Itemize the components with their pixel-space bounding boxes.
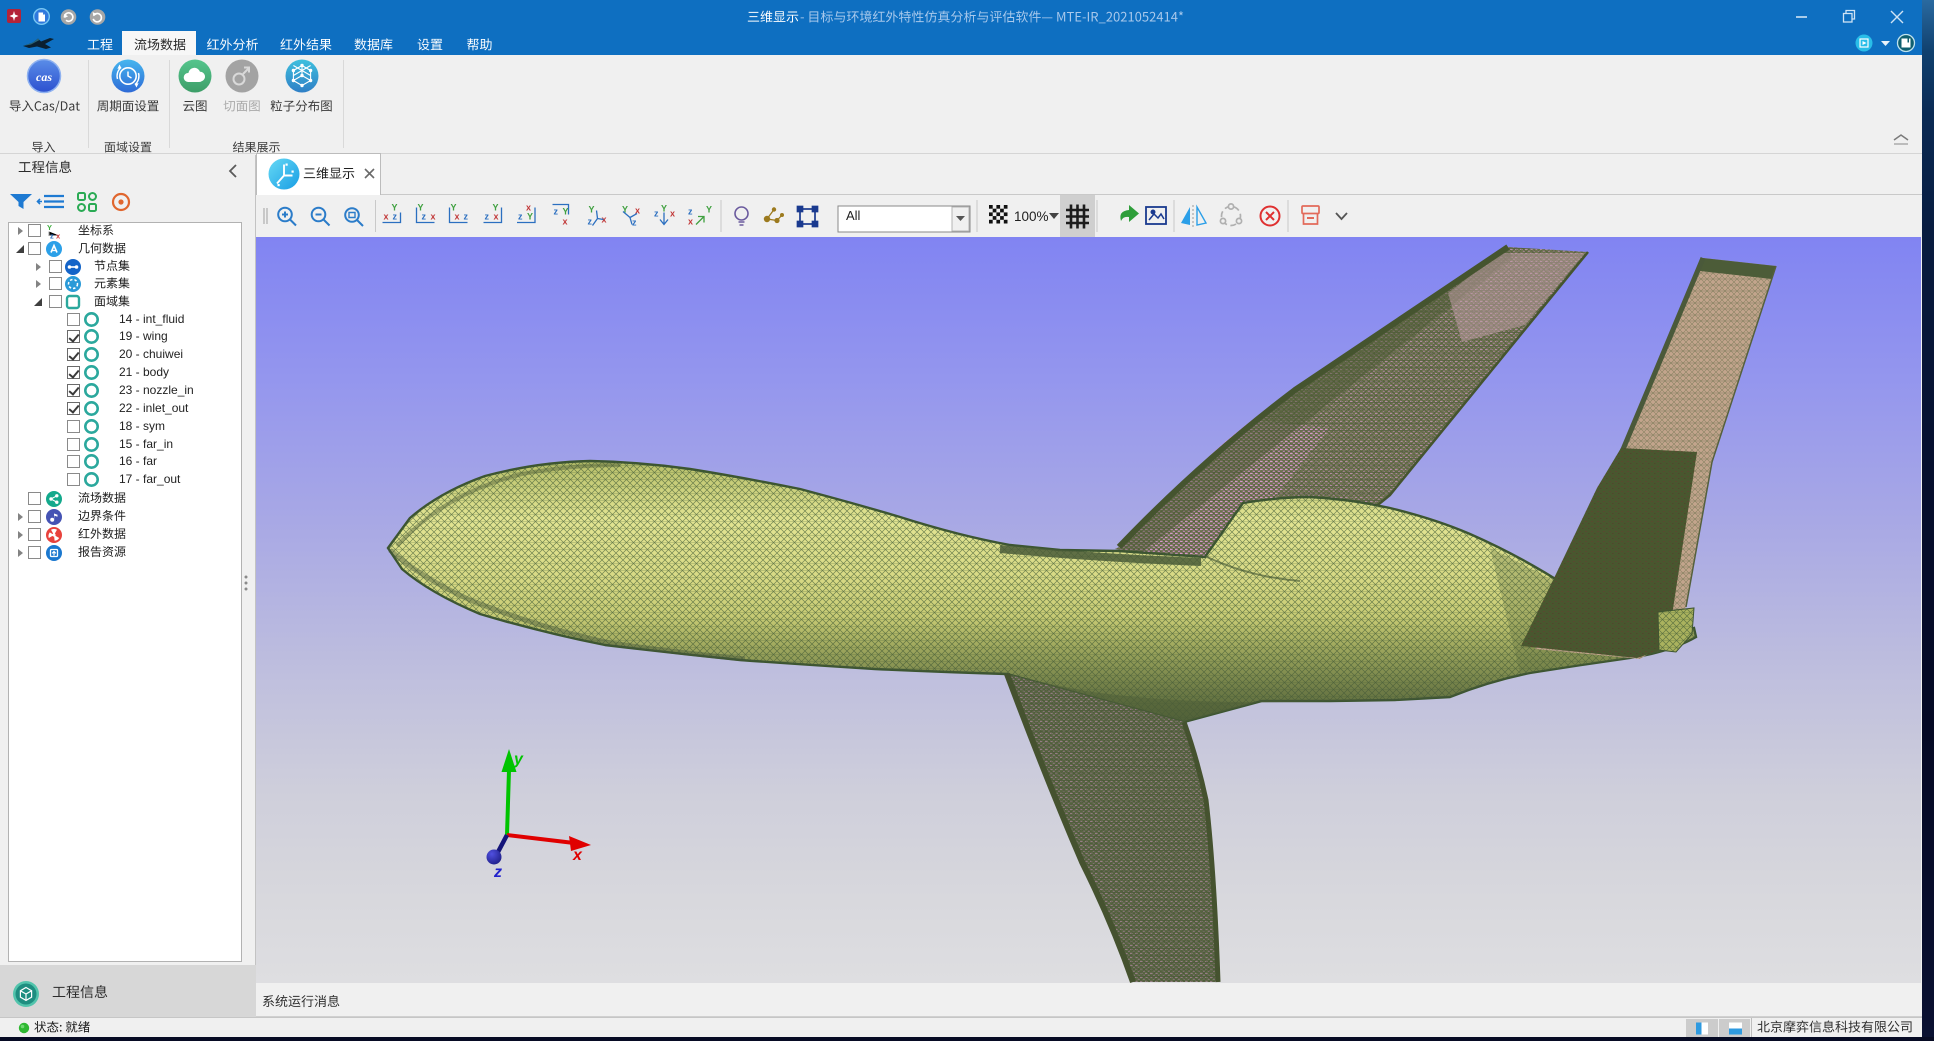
svg-text:z: z: [485, 212, 490, 222]
svg-text:x: x: [384, 212, 389, 222]
svg-text:x: x: [56, 232, 61, 240]
svg-text:x: x: [455, 212, 460, 222]
svg-text:Y: Y: [661, 204, 667, 214]
svg-text:Y: Y: [418, 203, 424, 213]
svg-text:z: z: [493, 864, 502, 881]
svg-text:Y: Y: [589, 205, 595, 215]
svg-text:Y: Y: [527, 212, 533, 222]
svg-text:x: x: [494, 212, 499, 222]
svg-text:z: z: [422, 212, 427, 222]
svg-text:Y: Y: [451, 203, 457, 213]
svg-text:cas: cas: [36, 70, 52, 84]
svg-text:z: z: [393, 212, 398, 222]
svg-text:z: z: [518, 212, 523, 222]
svg-text:z: z: [632, 218, 637, 228]
svg-text:x: x: [688, 217, 693, 227]
svg-text:z: z: [654, 209, 659, 219]
svg-text:x: x: [670, 209, 675, 219]
svg-text:z: z: [588, 217, 593, 227]
svg-text:z: z: [554, 207, 559, 217]
svg-text:Y: Y: [392, 203, 398, 213]
svg-text:z: z: [50, 232, 54, 240]
svg-text:x: x: [431, 212, 436, 222]
svg-text:z: z: [688, 207, 693, 217]
svg-text:Y: Y: [493, 203, 499, 213]
svg-text:x: x: [563, 217, 568, 227]
svg-text:Y: Y: [563, 207, 569, 217]
svg-text:x: x: [572, 847, 583, 864]
svg-text:y: y: [513, 751, 524, 768]
svg-text:x: x: [526, 203, 531, 213]
svg-text:Y: Y: [706, 205, 712, 215]
svg-text:z: z: [464, 212, 469, 222]
